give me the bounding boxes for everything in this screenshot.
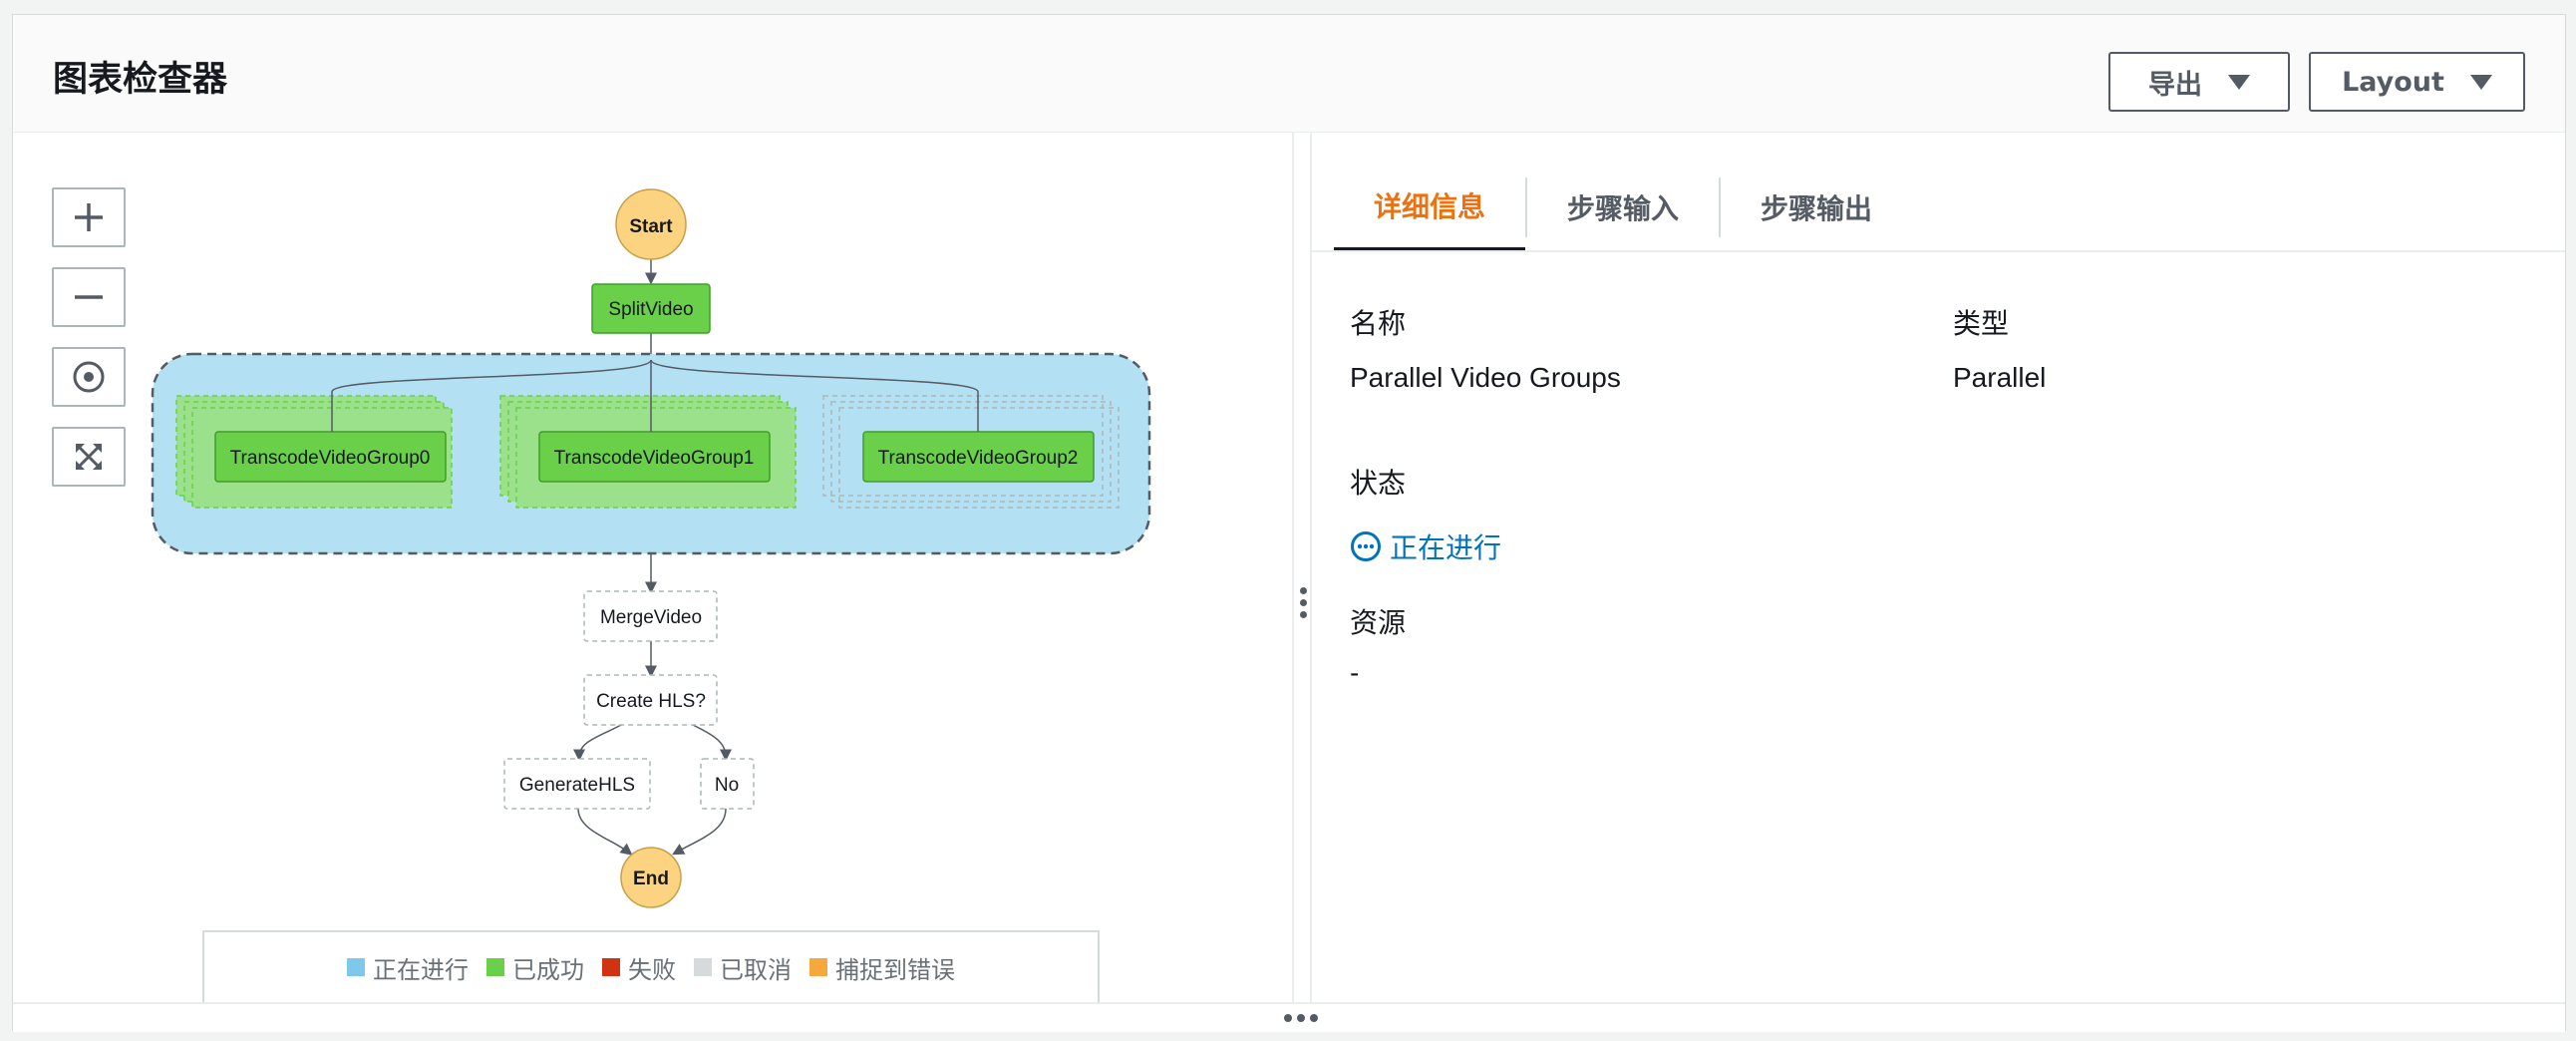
merge-video-node[interactable]: MergeVideo: [583, 590, 718, 642]
split-video-node[interactable]: SplitVideo: [591, 283, 711, 334]
legend-item-in-progress: 正在进行: [347, 950, 469, 985]
layout-button-label: Layout: [2342, 66, 2444, 98]
caret-down-icon: [2469, 74, 2492, 90]
tab-step-output[interactable]: 步骤输出: [1721, 163, 1912, 252]
details-tabs: 详细信息 步骤输入 步骤输出: [1334, 163, 1912, 252]
legend-item-succeeded: 已成功: [486, 950, 584, 985]
no-node[interactable]: No: [700, 758, 755, 810]
caret-down-icon: [2228, 74, 2250, 90]
split-video-label: SplitVideo: [608, 299, 693, 320]
pane-resize-handle[interactable]: [1292, 133, 1312, 1002]
generate-hls-node[interactable]: GenerateHLS: [503, 758, 651, 810]
drag-handle-icon: [1300, 587, 1307, 623]
start-node-label: Start: [629, 216, 673, 237]
status-legend: 正在进行 已成功 失败 已取消 捕捉到错误: [202, 930, 1100, 1004]
export-button[interactable]: 导出: [2108, 52, 2290, 112]
status-value: 正在进行: [1350, 526, 1501, 566]
group-1-label: TranscodeVideoGroup1: [554, 448, 755, 469]
panel-header: 图表检查器 导出 Layout: [13, 15, 2565, 133]
status-label: 状态: [1350, 467, 1407, 500]
resource-value: -: [1350, 657, 1360, 688]
layout-button[interactable]: Layout: [2309, 52, 2525, 112]
merge-video-label: MergeVideo: [600, 607, 702, 628]
legend-item-failed: 失败: [602, 950, 676, 985]
generate-hls-label: GenerateHLS: [519, 775, 635, 796]
status-text: 正在进行: [1390, 531, 1502, 564]
no-label: No: [715, 775, 739, 796]
start-node[interactable]: Start: [615, 188, 687, 260]
tab-details[interactable]: 详细信息: [1334, 163, 1526, 252]
legend-item-cancelled: 已取消: [694, 950, 792, 985]
tab-step-input[interactable]: 步骤输入: [1527, 163, 1719, 252]
group-0-label: TranscodeVideoGroup0: [230, 448, 431, 469]
workflow-graph: Start SplitVideo TranscodeVideoGroup0 Tr…: [151, 188, 1151, 908]
graph-canvas[interactable]: Start SplitVideo TranscodeVideoGroup0 Tr…: [13, 133, 1292, 1004]
resource-label: 资源: [1350, 606, 1407, 639]
bottom-resize-handle[interactable]: [13, 1002, 2565, 1032]
type-label: 类型: [1953, 307, 2010, 340]
name-label: 名称: [1350, 307, 1407, 340]
panel-title: 图表检查器: [53, 60, 228, 100]
type-value: Parallel: [1953, 362, 2047, 393]
in-progress-icon: [1351, 531, 1381, 561]
export-button-label: 导出: [2148, 69, 2202, 101]
create-hls-choice-node[interactable]: Create HLS?: [583, 674, 718, 726]
graph-inspector-panel: 图表检查器 导出 Layout Start SplitVideo Transco…: [12, 14, 2566, 1032]
end-node-label: End: [633, 868, 669, 889]
group-2-label: TranscodeVideoGroup2: [878, 448, 1079, 469]
drag-handle-icon: [1284, 1014, 1318, 1022]
name-value: Parallel Video Groups: [1350, 362, 1621, 393]
end-node[interactable]: End: [620, 847, 682, 908]
create-hls-label: Create HLS?: [596, 691, 706, 712]
legend-item-caught-error: 捕捉到错误: [809, 950, 955, 985]
details-pane: 详细信息 步骤输入 步骤输出 名称 Parallel Video Groups …: [1312, 133, 2565, 1002]
